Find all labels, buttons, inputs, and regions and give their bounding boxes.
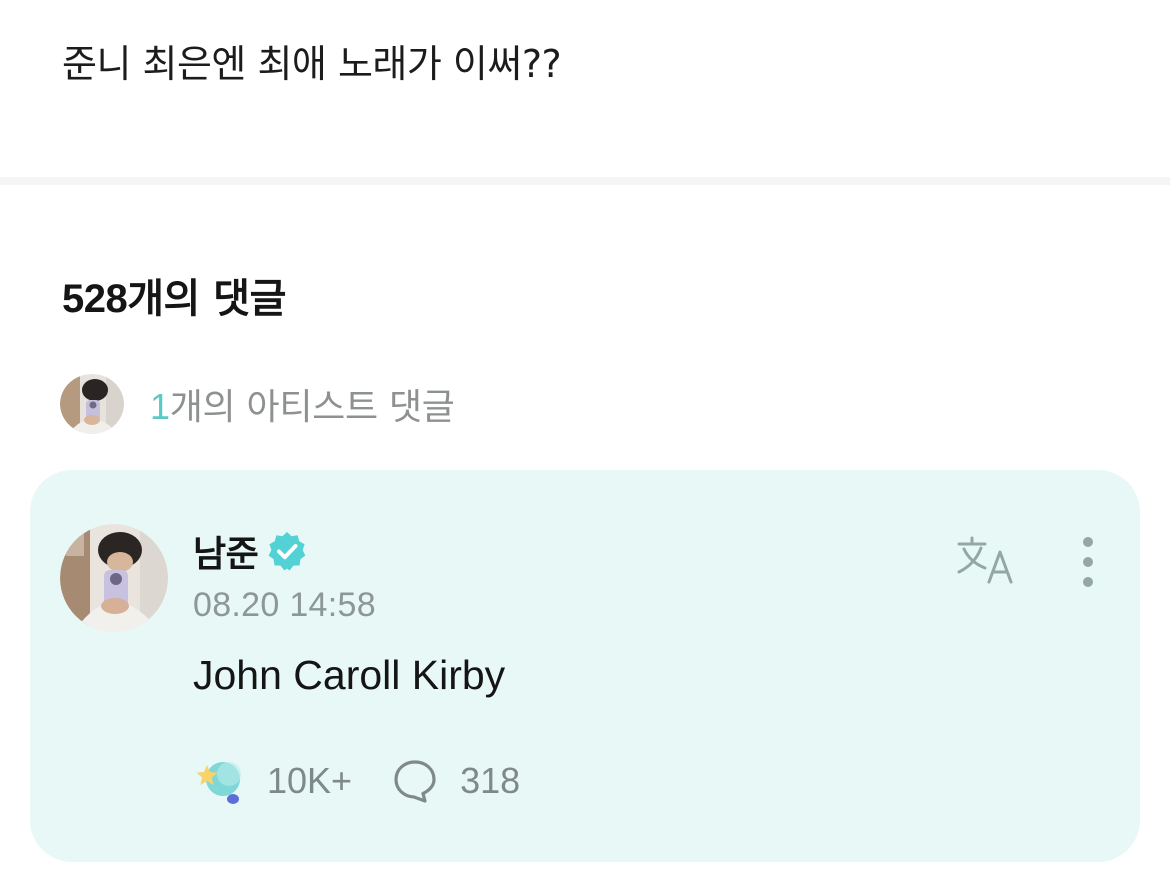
like-button[interactable]: 10K+ [193, 755, 352, 807]
comments-count-title: 528개의 댓글 [62, 272, 286, 326]
comment-body: John Caroll Kirby [193, 652, 506, 698]
like-count: 10K+ [267, 760, 353, 801]
artist-comments-suffix: 개의 아티스트 댓글 [169, 387, 455, 428]
artist-comments-link[interactable]: 1개의 아티스트 댓글 [60, 374, 455, 434]
speech-bubble-icon [394, 760, 436, 803]
moon-star-icon [196, 762, 241, 804]
post-detail-page: 준니 최은엔 최애 노래가 이써?? 528개의 댓글 1개의 아티스트 댓글 [0, 0, 1170, 884]
comment-author-row: 남준 [193, 526, 308, 576]
comment-author-name[interactable]: 남준 [193, 525, 259, 577]
comments-count: 528 [62, 277, 128, 321]
artist-comments-count: 1 [150, 386, 170, 427]
post-text: 준니 최은엔 최애 노래가 이써?? [62, 42, 562, 86]
verified-check-icon [268, 532, 306, 571]
translate-icon[interactable] [955, 532, 1019, 588]
artist-avatar-thumbnail [60, 374, 124, 434]
comment-reactions: 10K+ 318 [193, 754, 520, 808]
artist-comments-label: 1개의 아티스트 댓글 [150, 378, 455, 430]
reply-count: 318 [460, 760, 521, 801]
reply-button[interactable]: 318 [392, 758, 520, 804]
artist-comment-card: 남준 08.20 14:58 John Caroll Kirby 10K+ 31… [30, 470, 1140, 862]
comment-timestamp: 08.20 14:58 [193, 586, 376, 624]
comments-count-suffix: 개의 댓글 [127, 276, 286, 322]
avatar[interactable] [60, 524, 168, 632]
section-divider [0, 177, 1170, 185]
more-vertical-icon[interactable] [1070, 534, 1106, 590]
